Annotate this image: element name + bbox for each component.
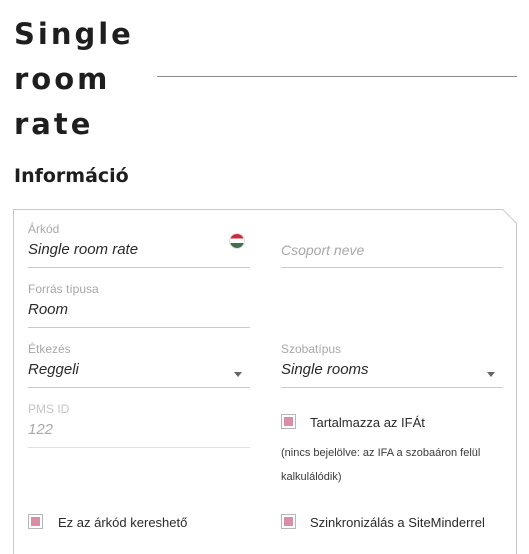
meal-underline (28, 387, 250, 388)
title-divider (157, 76, 517, 77)
pms-id-value[interactable]: 122 (28, 420, 250, 440)
rate-code-underline (28, 267, 250, 268)
meal-value[interactable]: Reggeli (28, 360, 250, 380)
siteminder-sync-label[interactable]: Szinkronizálás a SiteMinderrel (310, 515, 485, 531)
pms-id-field[interactable]: PMS ID 122 (28, 402, 250, 448)
source-type-field[interactable]: Forrás típusa Room (28, 282, 250, 328)
page-title-line: Single (14, 17, 134, 51)
group-name-underline (281, 267, 503, 268)
rate-code-field[interactable]: Árkód Single room rate (28, 222, 250, 268)
source-type-underline (28, 327, 250, 328)
pms-id-underline (28, 447, 250, 448)
includes-vat-checkbox[interactable] (281, 414, 296, 429)
page-title: Single room rate (14, 12, 134, 147)
room-type-label: Szobatípus (281, 342, 342, 356)
includes-vat-label[interactable]: Tartalmazza az IFÁt (310, 415, 425, 431)
chevron-down-icon[interactable] (487, 372, 495, 377)
hungary-flag-icon[interactable] (230, 234, 244, 248)
pms-id-label: PMS ID (28, 402, 70, 416)
chevron-down-icon[interactable] (234, 372, 242, 377)
rate-code-value[interactable]: Single room rate (28, 240, 250, 260)
group-name-field[interactable]: Csoport neve (281, 222, 503, 268)
page-title-line: rate (14, 107, 94, 141)
siteminder-sync-checkbox[interactable] (281, 514, 296, 529)
includes-vat-note: (nincs bejelölve: az IFA a szobaáron fel… (281, 447, 481, 483)
room-type-select[interactable]: Szobatípus Single rooms (281, 342, 503, 388)
room-type-underline (281, 387, 503, 388)
page-title-line: room (14, 62, 111, 96)
group-name-placeholder[interactable]: Csoport neve (281, 240, 503, 260)
room-type-value[interactable]: Single rooms (281, 360, 503, 380)
searchable-label[interactable]: Ez az árkód kereshető (58, 515, 187, 531)
section-title-information: Információ (14, 165, 129, 187)
meal-label: Étkezés (28, 342, 71, 356)
meal-select[interactable]: Étkezés Reggeli (28, 342, 250, 388)
rate-code-label: Árkód (28, 222, 60, 236)
source-type-label: Forrás típusa (28, 282, 99, 296)
searchable-checkbox[interactable] (28, 514, 43, 529)
source-type-value[interactable]: Room (28, 300, 250, 320)
